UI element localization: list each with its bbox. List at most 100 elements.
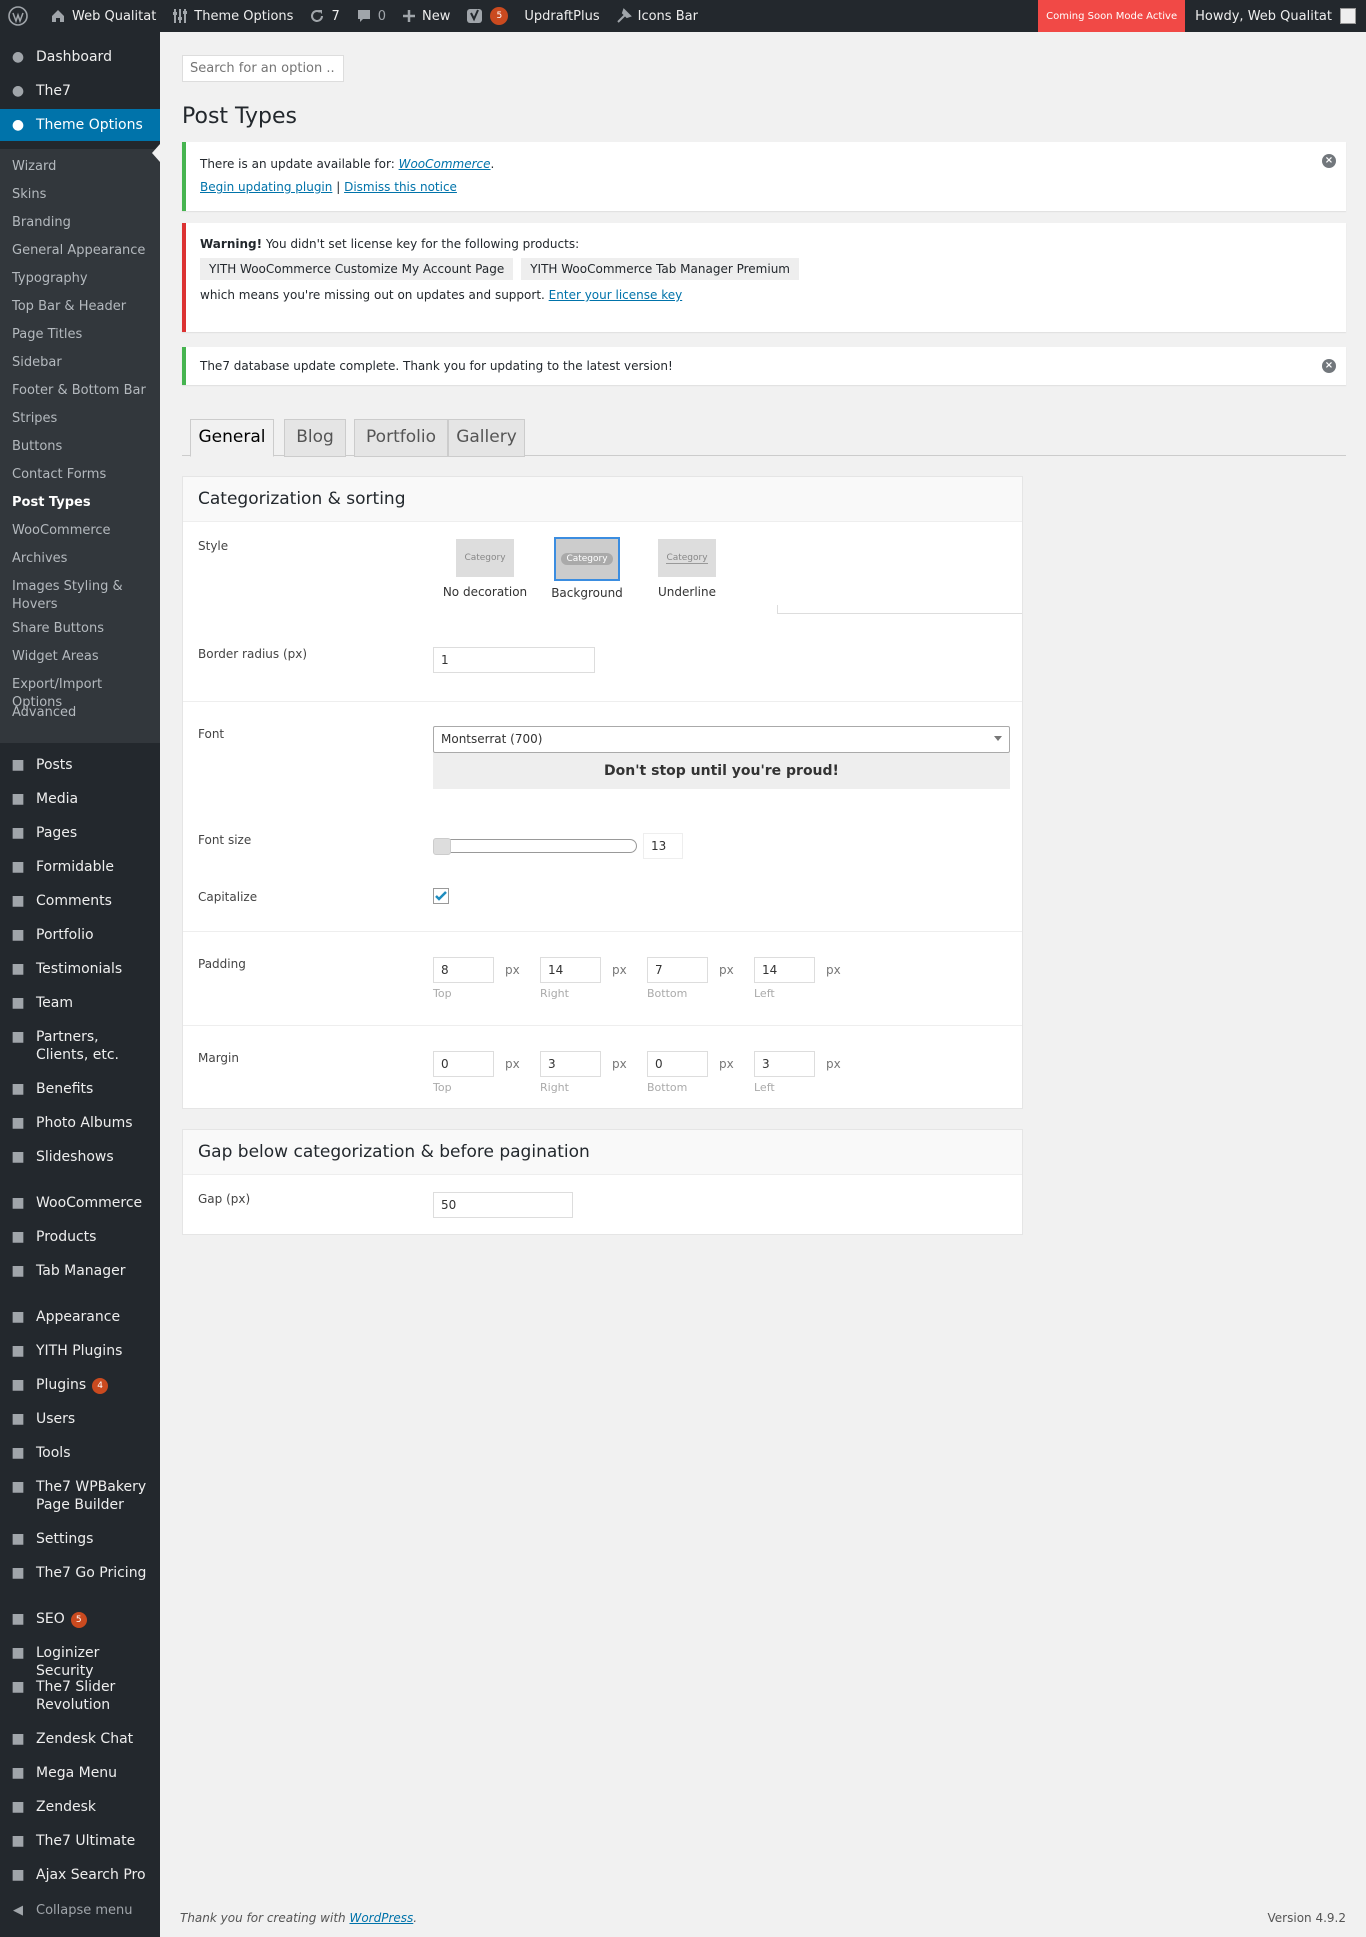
tab-blog[interactable]: Blog bbox=[284, 419, 346, 457]
border-radius-input[interactable]: 1 bbox=[433, 647, 595, 673]
submenu-item-page-titles[interactable]: Page Titles bbox=[12, 326, 152, 344]
sidebar-item-zendesk[interactable]: ■ Zendesk bbox=[0, 1798, 160, 1816]
sidebar-item-the7[interactable]: ● The7 bbox=[0, 75, 160, 103]
option-search-input[interactable] bbox=[182, 55, 344, 82]
theme-options-menu[interactable]: Theme Options bbox=[164, 0, 301, 32]
unit-label: px bbox=[505, 1057, 520, 1071]
sidebar-item-plugins[interactable]: ■ Plugins 4 bbox=[0, 1376, 160, 1394]
wp-logo-menu[interactable] bbox=[0, 0, 42, 32]
dismiss-notice-link[interactable]: Dismiss this notice bbox=[344, 180, 457, 194]
submenu-item-stripes[interactable]: Stripes bbox=[12, 410, 152, 428]
updraftplus-menu[interactable]: UpdraftPlus bbox=[516, 0, 607, 32]
sidebar-item-testimonials[interactable]: ■ Testimonials bbox=[0, 960, 160, 978]
submenu-item-share-buttons[interactable]: Share Buttons bbox=[12, 620, 152, 638]
sidebar-item-settings[interactable]: ■ Settings bbox=[0, 1530, 160, 1548]
sidebar-item-the7-slider-revolution[interactable]: ■ The7 Slider Revolution bbox=[0, 1678, 160, 1714]
begin-updating-link[interactable]: Begin updating plugin bbox=[200, 180, 332, 194]
submenu-item-sidebar[interactable]: Sidebar bbox=[12, 354, 152, 372]
sidebar-item-users[interactable]: ■ Users bbox=[0, 1410, 160, 1428]
collapse-menu-button[interactable]: ◀ Collapse menu bbox=[0, 1902, 160, 1920]
sidebar-item-tools[interactable]: ■ Tools bbox=[0, 1444, 160, 1462]
sidebar-item-zendesk-chat[interactable]: ■ Zendesk Chat bbox=[0, 1730, 160, 1748]
sidebar-item-tab-manager[interactable]: ■ Tab Manager bbox=[0, 1262, 160, 1280]
submenu-item-images-styling-hovers[interactable]: Images Styling & Hovers bbox=[12, 578, 152, 614]
sidebar-item-media[interactable]: ■ Media bbox=[0, 790, 160, 808]
woocommerce-link[interactable]: WooCommerce bbox=[399, 157, 491, 171]
font-size-slider[interactable] bbox=[433, 838, 637, 855]
sidebar-item-portfolio[interactable]: ■ Portfolio bbox=[0, 926, 160, 944]
new-content-menu[interactable]: New bbox=[394, 0, 458, 32]
sidebar-item-woocommerce[interactable]: ■ WooCommerce bbox=[0, 1194, 160, 1212]
close-icon[interactable]: × bbox=[1322, 154, 1336, 168]
submenu-item-branding[interactable]: Branding bbox=[12, 214, 152, 232]
submenu-item-widget-areas[interactable]: Widget Areas bbox=[12, 648, 152, 666]
capitalize-checkbox[interactable] bbox=[433, 888, 449, 904]
sidebar-item-dashboard[interactable]: ● Dashboard bbox=[0, 41, 160, 69]
comments-menu[interactable]: 0 bbox=[348, 0, 394, 32]
submenu-item-footer-bottom-bar[interactable]: Footer & Bottom Bar bbox=[12, 382, 152, 400]
sidebar-item-team[interactable]: ■ Team bbox=[0, 994, 160, 1012]
style-background[interactable]: Category Background bbox=[545, 537, 629, 600]
close-icon[interactable]: × bbox=[1322, 359, 1336, 373]
sidebar-item-the7-go-pricing[interactable]: ■ The7 Go Pricing bbox=[0, 1564, 160, 1582]
tab-general[interactable]: General bbox=[190, 419, 274, 457]
margin-left-input[interactable]: 3 bbox=[754, 1051, 815, 1077]
yoast-menu[interactable]: 5 bbox=[458, 0, 516, 32]
margin-bottom-input[interactable]: 0 bbox=[647, 1051, 708, 1077]
sidebar-item-label: Plugins bbox=[36, 1377, 87, 1393]
font-select[interactable]: Montserrat (700) bbox=[433, 726, 1010, 753]
sidebar-item-appearance[interactable]: ■ Appearance bbox=[0, 1308, 160, 1326]
sidebar-item-products[interactable]: ■ Products bbox=[0, 1228, 160, 1246]
tab-gallery[interactable]: Gallery bbox=[448, 419, 525, 457]
sidebar-item-benefits[interactable]: ■ Benefits bbox=[0, 1080, 160, 1098]
padding-top-input[interactable]: 8 bbox=[433, 957, 494, 983]
sidebar-item-photo-albums[interactable]: ■ Photo Albums bbox=[0, 1114, 160, 1132]
sidebar-item-partners-clients-etc-[interactable]: ■ Partners, Clients, etc. bbox=[0, 1028, 160, 1064]
submenu-item-general-appearance[interactable]: General Appearance bbox=[12, 242, 152, 260]
slider-handle[interactable] bbox=[433, 838, 451, 855]
submenu-item-typography[interactable]: Typography bbox=[12, 270, 152, 288]
sidebar-item-pages[interactable]: ■ Pages bbox=[0, 824, 160, 842]
font-size-input[interactable]: 13 bbox=[643, 833, 683, 859]
style-underline[interactable]: Category Underline bbox=[645, 539, 729, 599]
sidebar-item-comments[interactable]: ■ Comments bbox=[0, 892, 160, 910]
submenu-item-post-types[interactable]: Post Types bbox=[12, 494, 152, 512]
padding-bottom-input[interactable]: 7 bbox=[647, 957, 708, 983]
enter-license-link[interactable]: Enter your license key bbox=[549, 288, 683, 302]
submenu-item-buttons[interactable]: Buttons bbox=[12, 438, 152, 456]
sidebar-item-posts[interactable]: ■ Posts bbox=[0, 756, 160, 774]
submenu-item-woocommerce[interactable]: WooCommerce bbox=[12, 522, 152, 540]
sidebar-item-seo[interactable]: ■ SEO 5 bbox=[0, 1610, 160, 1628]
submenu-item-archives[interactable]: Archives bbox=[12, 550, 152, 568]
sidebar-item-mega-menu[interactable]: ■ Mega Menu bbox=[0, 1764, 160, 1782]
sidebar-item-formidable[interactable]: ■ Formidable bbox=[0, 858, 160, 876]
sidebar-item-theme-options[interactable]: ● Theme Options bbox=[0, 109, 160, 141]
sidebar-item-slideshows[interactable]: ■ Slideshows bbox=[0, 1148, 160, 1166]
account-menu[interactable]: Howdy, Web Qualitat bbox=[1185, 0, 1366, 32]
sidebar-item-label: Tab Manager bbox=[36, 1263, 126, 1279]
submenu-item-skins[interactable]: Skins bbox=[12, 186, 152, 204]
sidebar-item-the7-ultimate[interactable]: ■ The7 Ultimate bbox=[0, 1832, 160, 1850]
padding-left-input[interactable]: 14 bbox=[754, 957, 815, 983]
margin-top-input[interactable]: 0 bbox=[433, 1051, 494, 1077]
updates-menu[interactable]: 7 bbox=[301, 0, 347, 32]
sidebar-item-loginizer-security[interactable]: ■ Loginizer Security bbox=[0, 1644, 160, 1680]
padding-right-input[interactable]: 14 bbox=[540, 957, 601, 983]
gap-input[interactable]: 50 bbox=[433, 1192, 573, 1218]
style-no-decoration[interactable]: Category No decoration bbox=[441, 539, 529, 599]
submenu-item-advanced[interactable]: Advanced bbox=[12, 704, 152, 722]
submenu-item-contact-forms[interactable]: Contact Forms bbox=[12, 466, 152, 484]
submenu-item-top-bar-header[interactable]: Top Bar & Header bbox=[12, 298, 152, 316]
icons-bar-menu[interactable]: Icons Bar bbox=[608, 0, 706, 32]
tab-portfolio[interactable]: Portfolio bbox=[354, 419, 448, 457]
site-name-menu[interactable]: Web Qualitat bbox=[42, 0, 164, 32]
sidebar-item-label: WooCommerce bbox=[36, 1195, 143, 1211]
coming-soon-badge[interactable]: Coming Soon Mode Active bbox=[1038, 0, 1186, 32]
submenu-item-wizard[interactable]: Wizard bbox=[12, 158, 152, 176]
sidebar-item-the7-wpbakery-page-builder[interactable]: ■ The7 WPBakery Page Builder bbox=[0, 1478, 160, 1514]
margin-right-input[interactable]: 3 bbox=[540, 1051, 601, 1077]
sidebar-item-ajax-search-pro[interactable]: ■ Ajax Search Pro bbox=[0, 1866, 160, 1884]
yoast-badge: 5 bbox=[490, 7, 509, 25]
sidebar-item-yith-plugins[interactable]: ■ YITH Plugins bbox=[0, 1342, 160, 1360]
wordpress-link[interactable]: WordPress bbox=[349, 1911, 413, 1925]
